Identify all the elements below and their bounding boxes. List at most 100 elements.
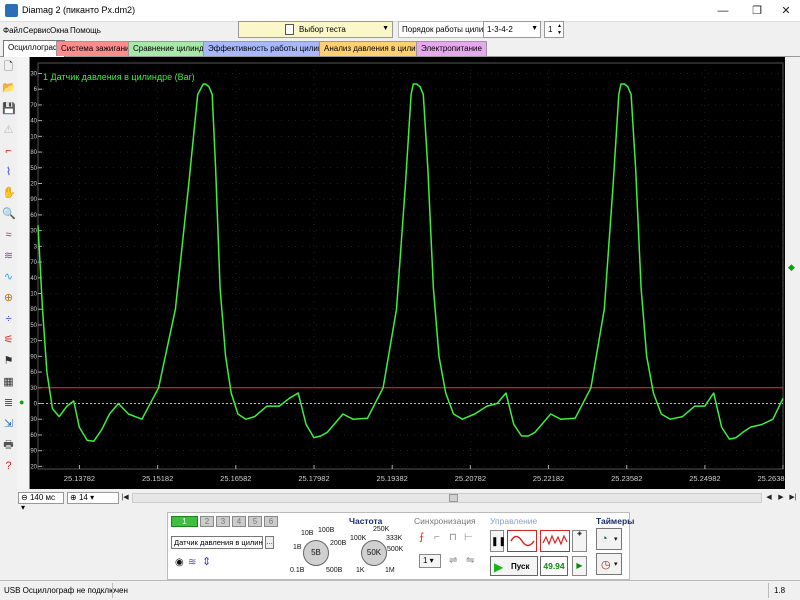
sensor-select[interactable]: Датчик давления в цилиндре <box>171 536 263 549</box>
tool-b-icon[interactable]: ⌐ <box>2 145 15 158</box>
tab-2[interactable]: Система зажигания <box>56 41 139 56</box>
auto-button-2[interactable]: ▶ <box>572 556 587 576</box>
grid-icon[interactable]: ▦ <box>2 376 15 389</box>
channel-6-button[interactable]: 6 <box>264 516 278 527</box>
new-file-icon[interactable]: 🗋 <box>2 61 15 74</box>
maximize-button[interactable]: ❐ <box>742 0 772 22</box>
channel-title: 1 Датчик давления в цилиндре (Bar) <box>43 72 195 82</box>
channel-2-button[interactable]: 2 <box>200 516 214 527</box>
close-button[interactable]: ✕ <box>772 0 800 22</box>
sync-mode-icon[interactable]: ⊢ <box>464 532 473 543</box>
level-marker-icon[interactable]: ◆ <box>788 262 795 273</box>
timer-2-button[interactable]: ◷ ▾ <box>596 553 622 575</box>
version-label: 1.8 <box>774 586 786 595</box>
y-tick-label: 4.20 <box>30 181 38 187</box>
auto-button-1[interactable]: ◈ <box>572 530 587 552</box>
flag-icon[interactable]: ⚑ <box>2 355 15 368</box>
scroll-prev-button[interactable]: ◀ <box>764 492 774 504</box>
title-bar: Diamag 2 (пиканто Px.dm2) — ❐ ✕ <box>0 0 800 22</box>
time-scrollbar-thumb[interactable] <box>449 494 458 502</box>
save-icon[interactable]: 💾 <box>2 103 16 116</box>
clock-icon: ◷ <box>601 559 611 571</box>
oscilloscope-screen[interactable]: 6.30 6 5.70 5.40 5.10 4.80 4.50 4.20 3.90 3.60 3.3… <box>30 57 798 489</box>
tab-6[interactable]: Электропитание <box>416 41 487 56</box>
help-icon[interactable]: ? <box>2 460 15 473</box>
divisions-select[interactable]: ⊕ 14 ▾ <box>67 492 119 504</box>
scroll-end-button[interactable]: ▶| <box>788 492 798 504</box>
menu-windows[interactable]: Окна <box>50 26 69 35</box>
y-tick-label: 5.40 <box>30 119 38 125</box>
ruler-icon[interactable]: ≣ <box>2 397 15 410</box>
pulse-edge-icon[interactable]: ⊓ <box>449 532 457 543</box>
spin-up-icon[interactable]: ▲ <box>557 23 562 29</box>
sync-channel-value: 1 <box>423 556 428 565</box>
menu-file[interactable]: Файл <box>3 26 23 35</box>
scroll-start-button[interactable]: |◀ <box>120 492 130 504</box>
waveform-icon[interactable]: ≋ <box>188 557 196 568</box>
wave-c-icon[interactable]: ∿ <box>2 271 15 284</box>
sync-a-icon[interactable]: ⇌ <box>449 555 457 566</box>
x-tick-label: 25.20782 <box>455 474 486 483</box>
camera-icon[interactable]: ◉ <box>175 557 184 568</box>
volt-label-1: 1В <box>293 544 302 551</box>
test-select[interactable]: Выбор теста ▼ <box>238 21 393 38</box>
tool-a-icon[interactable]: ⚠ <box>2 124 15 137</box>
channel-4-button[interactable]: 4 <box>232 516 246 527</box>
test-select-label: Выбор теста <box>299 25 346 34</box>
right-scale-strip: ◆ <box>785 57 800 489</box>
trigger-icon[interactable]: ⊕ <box>2 292 15 305</box>
cylinder-order-value: 1-3-4-2 <box>487 25 513 34</box>
falling-edge-icon[interactable]: ⌐ <box>434 532 440 543</box>
invert-icon[interactable]: ⇕ <box>202 555 211 568</box>
auto-1-icon: ◈ <box>577 531 582 537</box>
chevron-down-icon: ▾ <box>614 536 618 543</box>
channel-1-button[interactable]: 1 <box>171 516 198 527</box>
document-icon <box>285 24 294 35</box>
menu-service[interactable]: Сервис <box>23 26 50 35</box>
chevron-down-icon: ▼ <box>531 25 538 32</box>
sine-marker-icon[interactable]: ⌇ <box>2 166 15 179</box>
pause-button[interactable]: ❚❚ <box>490 530 506 552</box>
left-toolbar: 🗋 📂 💾 ⚠ ⌐ ⌇ ✋ 🔍 ≈ ≋ ∿ ⊕ ÷ ⚟ ⚑ ▦ ≣ ⇲ 🖶? <box>0 57 17 489</box>
export-icon[interactable]: ⇲ <box>2 418 15 431</box>
noise-mode-button[interactable] <box>540 530 570 552</box>
time-scrollbar[interactable] <box>132 493 762 503</box>
sync-channel-select[interactable]: 1 ▾ <box>419 554 441 568</box>
tab-bar: Осциллограф Система зажигания Сравнение ци… <box>0 40 800 57</box>
y-tick-label: 3.90 <box>30 197 38 203</box>
spin-down-icon[interactable]: ▼ <box>557 30 562 36</box>
math-icon[interactable]: ÷ <box>2 313 15 326</box>
sensor-more-button[interactable]: … <box>265 536 274 549</box>
wave-b-icon[interactable]: ≋ <box>2 250 15 263</box>
chevron-down-icon: ▼ <box>382 25 389 32</box>
freq-label-250k: 250K <box>373 526 390 533</box>
y-tick-label: -0.90 <box>30 449 38 455</box>
sine-mode-button[interactable] <box>507 530 537 552</box>
rising-edge-icon[interactable]: ⨍ <box>419 532 424 543</box>
cylinder-order-select[interactable]: 1-3-4-2 ▼ <box>483 21 541 38</box>
open-folder-icon[interactable]: 📂 <box>2 82 16 95</box>
timer-1-button[interactable]: ◔ ▾ <box>596 528 622 550</box>
hand-icon[interactable]: ✋ <box>2 187 16 200</box>
wave-a-icon[interactable]: ≈ <box>2 229 15 242</box>
cylinder-spin[interactable]: 1 ▲ ▼ <box>544 21 564 38</box>
filter-icon[interactable]: ⚟ <box>2 334 15 347</box>
channel-3-button[interactable]: 3 <box>216 516 230 527</box>
y-tick-label: 4.80 <box>30 150 38 156</box>
zoom-icon[interactable]: 🔍 <box>2 208 16 221</box>
trigger-marker-icon[interactable]: ● <box>19 397 24 407</box>
minimize-button[interactable]: — <box>708 0 738 22</box>
oscilloscope-plot: 6.30 6 5.70 5.40 5.10 4.80 4.50 4.20 3.90 3.60 3.3… <box>30 62 785 483</box>
x-tick-label: 25.19382 <box>377 474 408 483</box>
run-button[interactable]: ▶ Пуск <box>490 556 538 576</box>
sync-b-icon[interactable]: ⇋ <box>466 555 474 566</box>
channel-5-button[interactable]: 5 <box>248 516 262 527</box>
freq-label-1k: 1K <box>356 567 365 574</box>
scroll-next-button[interactable]: ▶ <box>776 492 786 504</box>
timebase-select[interactable]: ⊖ 140 мс ▾ <box>18 492 64 512</box>
y-tick-label: -1.20 <box>30 464 38 470</box>
menu-help[interactable]: Помощь <box>70 26 101 35</box>
x-tick-label: 25.13782 <box>64 474 95 483</box>
x-tick-label: 25.24982 <box>689 474 720 483</box>
print-icon[interactable]: 🖶 <box>2 439 15 452</box>
